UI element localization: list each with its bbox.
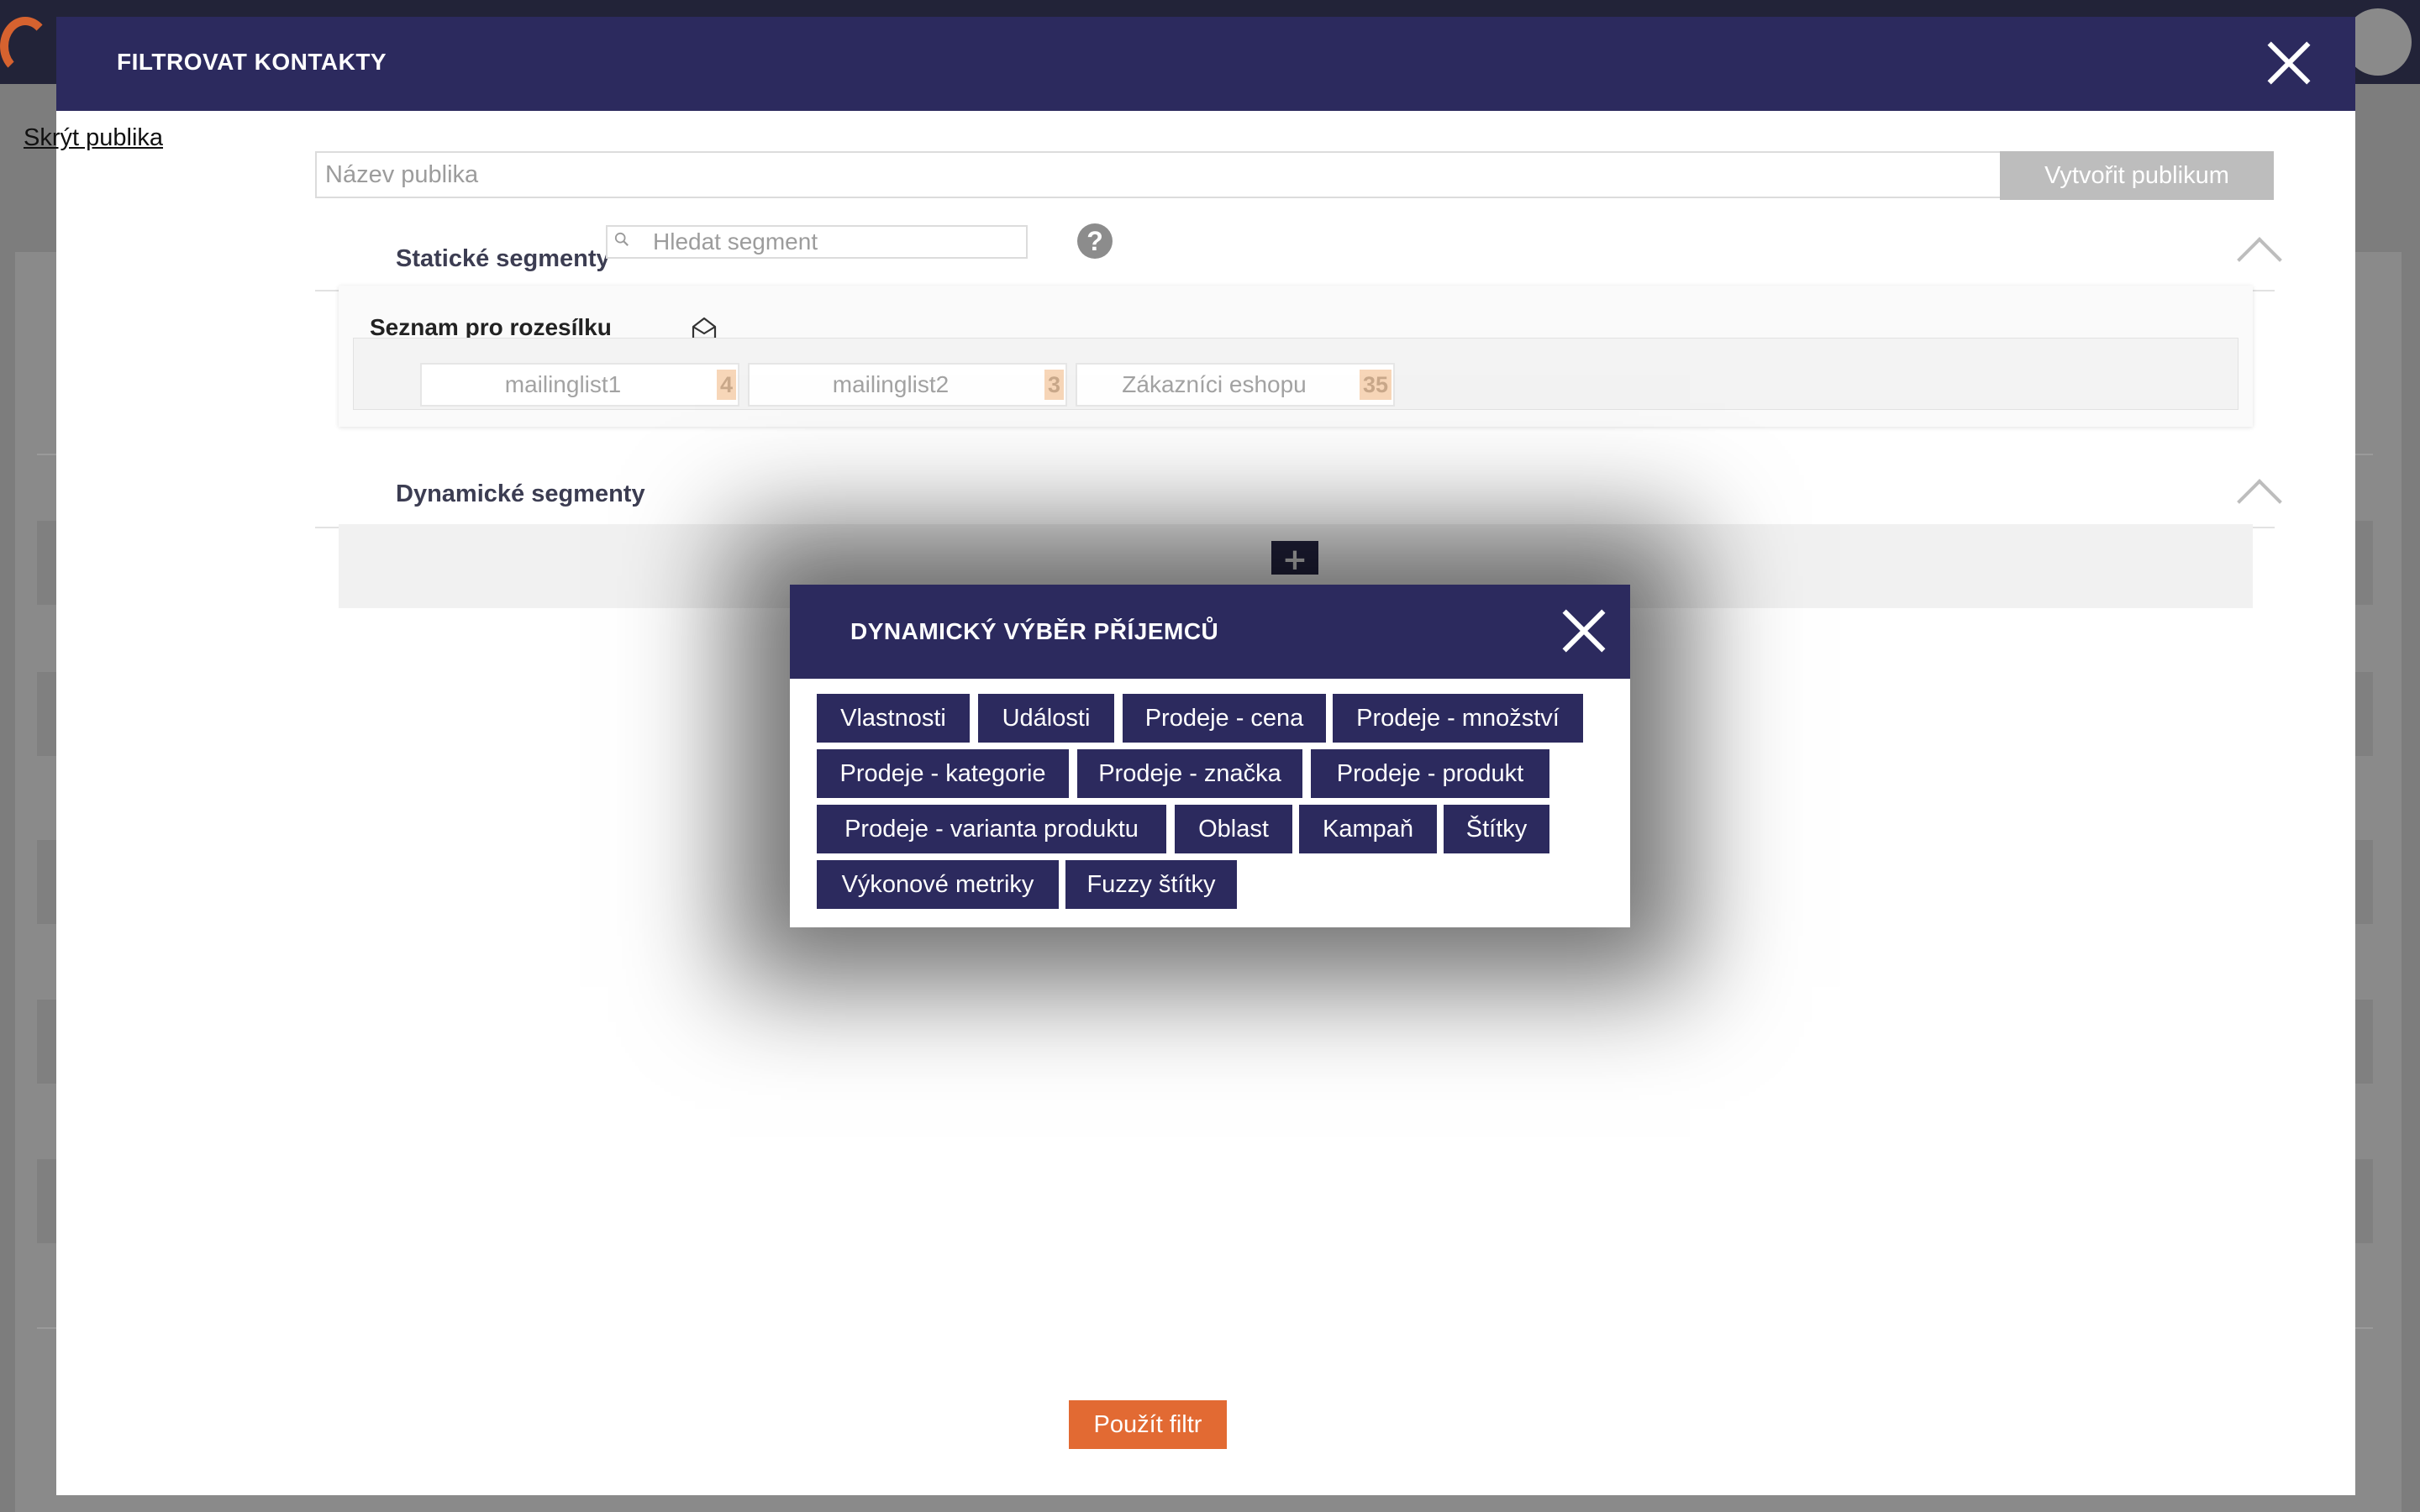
apply-filter-button[interactable]: Použít filtr [1069,1400,1227,1449]
search-icon [614,232,629,246]
category-button[interactable]: Štítky [1444,805,1549,853]
modal-header: FILTROVAT KONTAKTY [56,17,2355,111]
segment-search [606,225,1028,259]
category-button[interactable]: Kampaň [1299,805,1437,853]
create-audience-button[interactable]: Vytvořit publikum [2000,151,2274,200]
segment-chip-label: mailinglist2 [832,371,950,397]
static-segments-title: Statické segmenty [396,245,610,272]
add-dynamic-segment-button[interactable]: + [1271,541,1318,577]
segment-chip[interactable]: mailinglist2 3 [748,363,1067,407]
dialog-title: DYNAMICKÝ VÝBĚR PŘÍJEMCŮ [850,618,1219,644]
segment-chip-count: 35 [1359,370,1392,400]
category-button[interactable]: Vlastnosti [817,694,970,743]
segment-chip-count: 3 [1044,370,1064,400]
category-button[interactable]: Prodeje - cena [1123,694,1326,743]
segment-chip[interactable]: Zákazníci eshopu 35 [1076,363,1395,407]
segment-chip[interactable]: mailinglist1 4 [420,363,739,407]
dynamic-recipient-dialog: DYNAMICKÝ VÝBĚR PŘÍJEMCŮ Vlastnosti Udál… [790,585,1630,927]
category-button[interactable]: Prodeje - varianta produktu [817,805,1166,853]
segment-chip-label: Zákazníci eshopu [1122,371,1307,397]
category-button[interactable]: Výkonové metriky [817,860,1059,909]
category-button[interactable]: Prodeje - množství [1333,694,1583,743]
segment-search-input[interactable] [653,227,1014,257]
help-icon[interactable]: ? [1077,223,1113,259]
audience-name-input[interactable] [315,151,2046,198]
segment-chip-count: 4 [716,370,736,400]
dynamic-segments-title: Dynamické segmenty [396,480,645,507]
category-button[interactable]: Fuzzy štítky [1065,860,1237,909]
segment-chip-label: mailinglist1 [504,371,622,397]
dialog-close-icon[interactable] [1560,606,1608,655]
dialog-header: DYNAMICKÝ VÝBĚR PŘÍJEMCŮ [790,585,1630,679]
category-button[interactable]: Oblast [1175,805,1292,853]
modal-title: FILTROVAT KONTAKTY [117,49,387,75]
modal-close-icon[interactable] [2265,39,2313,87]
category-button[interactable]: Prodeje - kategorie [817,749,1069,798]
app-logo [0,17,50,76]
category-button[interactable]: Události [978,694,1114,743]
category-button[interactable]: Prodeje - značka [1077,749,1302,798]
category-button[interactable]: Prodeje - produkt [1311,749,1549,798]
hide-audiences-link[interactable]: Skrýt publika [24,124,163,152]
